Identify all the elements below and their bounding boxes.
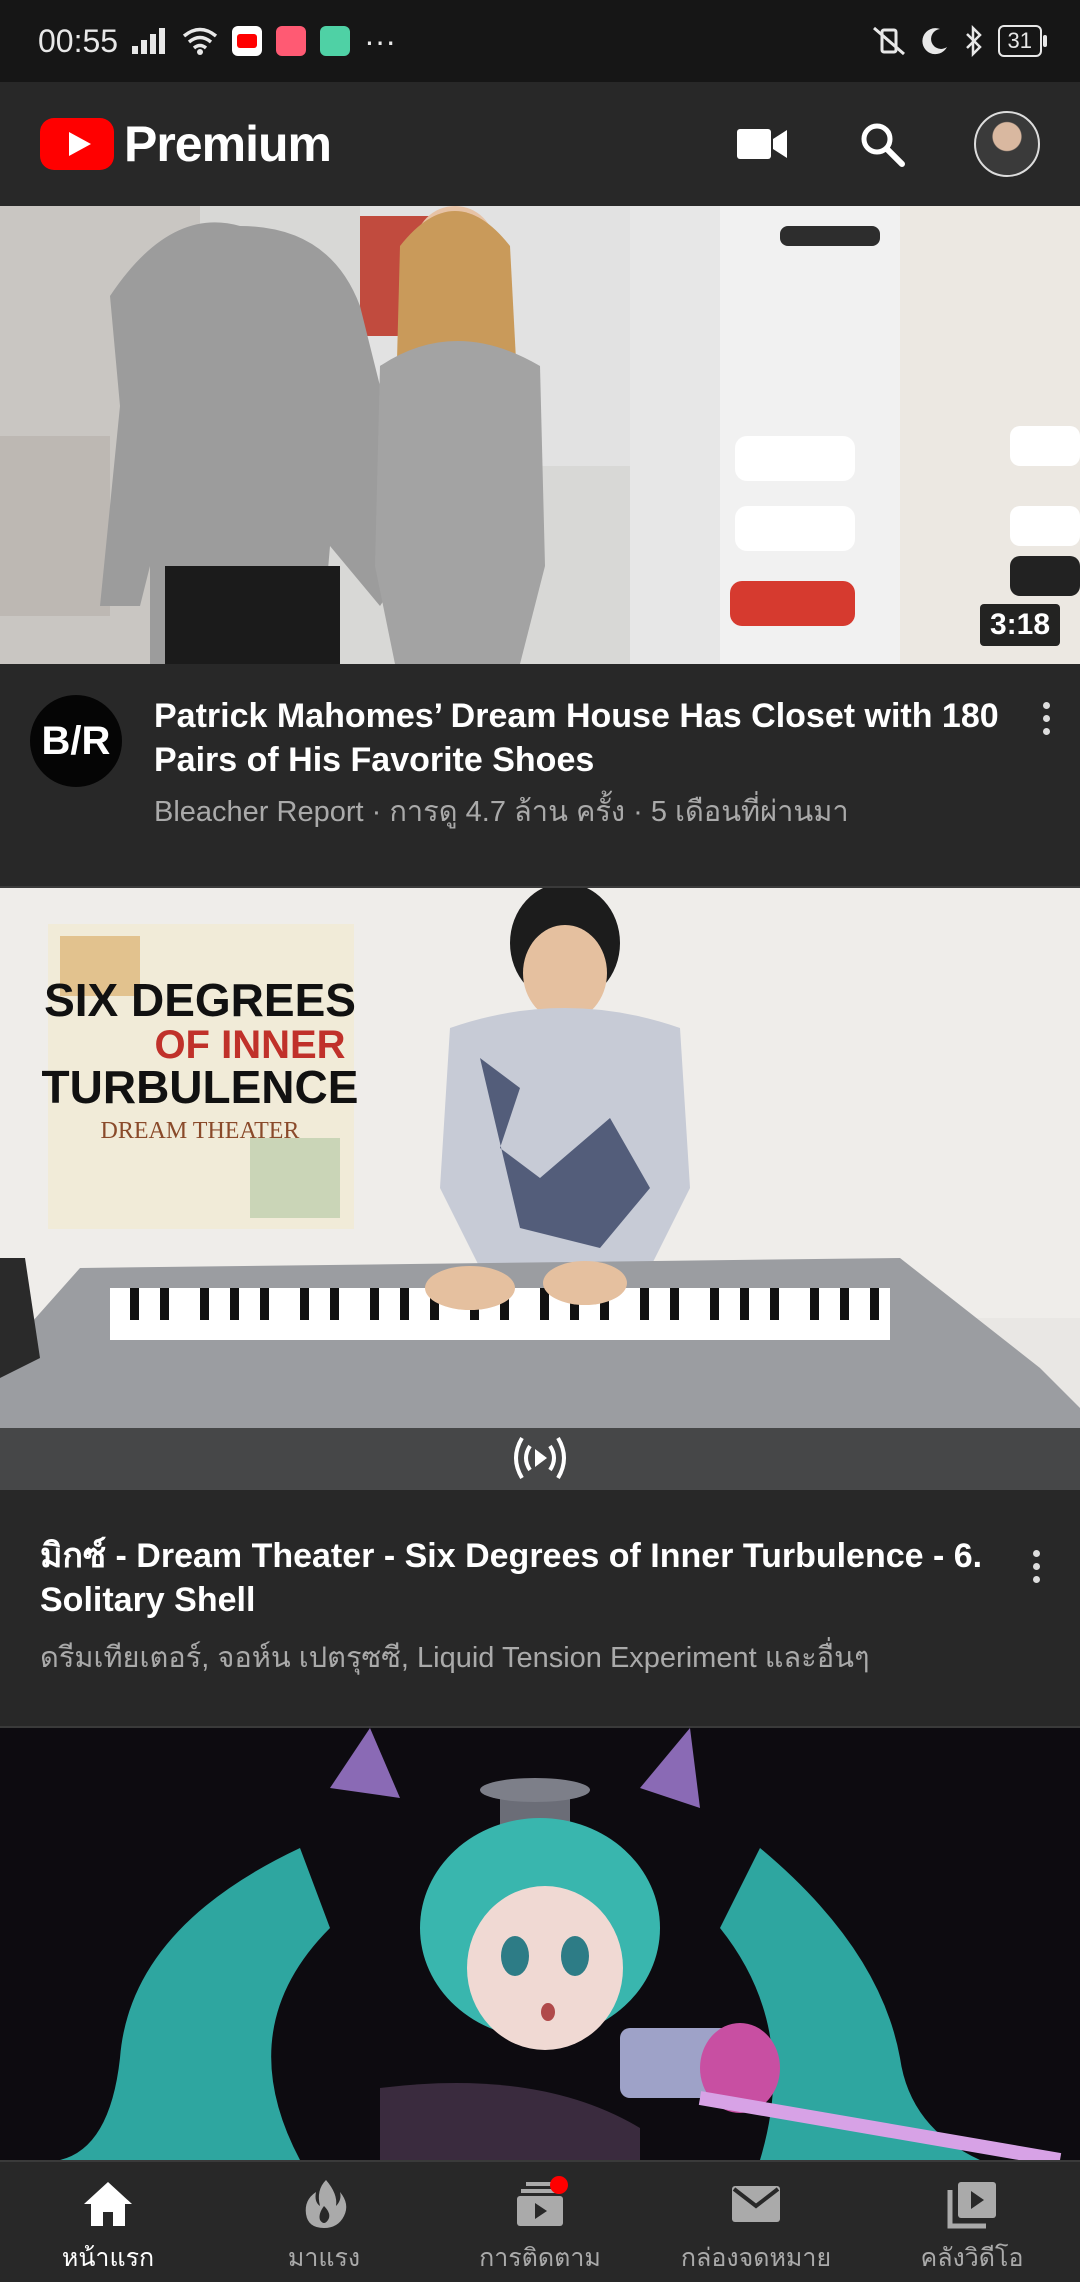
video-thumbnail-2[interactable]: SIX DEGREES OF INNER TURBULENCE DREAM TH… [0,888,1080,1490]
youtube-premium-logo[interactable]: Premium [40,115,332,173]
video-thumbnail-3[interactable] [0,1728,1080,2160]
video-meta-1: Bleacher Report · การดู 4.7 ล้าน ครั้ง ·… [154,796,849,828]
video-meta-2: ดรีมเทียเตอร์, จอห์น เปตรุซซี, Liquid Te… [40,1642,870,1674]
nav-label-home: หน้าแรก [61,2244,155,2272]
status-bar: 00:55 ··· 31 [0,0,1080,82]
signal-icon [132,28,166,54]
fire-icon [305,2180,347,2228]
battery-indicator: 31 [997,25,1048,57]
library-icon [947,2182,996,2229]
camera-icon [737,129,787,159]
more-notifications-icon: ··· [364,22,397,59]
top-app-bar: Premium [0,82,1080,206]
search-button[interactable] [854,116,910,172]
live-broadcast-icon [514,1436,566,1480]
video-duration-badge: 3:18 [979,604,1060,646]
inbox-icon [732,2186,780,2222]
more-options-button-1[interactable] [1036,702,1056,735]
video-thumbnail-1[interactable]: 3:18 [0,206,1080,664]
do-not-disturb-moon-icon [921,28,947,55]
nav-item-library[interactable]: คลังวิดีโอ [864,2162,1080,2282]
nav-item-inbox[interactable]: กล่องจดหมาย [648,2162,864,2282]
nav-item-trending[interactable]: มาแรง [216,2162,432,2282]
account-avatar[interactable] [974,111,1040,177]
clock: 00:55 [38,22,119,59]
bluetooth-icon [965,25,982,57]
nav-label-trending: มาแรง [287,2244,361,2272]
youtube-app-icon [232,26,263,56]
calendar-app-icon [320,26,351,56]
closet-thumbnail-image [0,206,1080,664]
video-title-2[interactable]: มิกซ์ - Dream Theater - Six Degrees of I… [40,1534,1010,1622]
anime-thumbnail-image [0,1728,1080,2160]
vibrate-off-icon [872,26,905,56]
wifi-icon [182,27,218,55]
nav-item-subscriptions[interactable]: การติดตาม [432,2162,648,2282]
album-text-3: TURBULENCE [42,1061,359,1113]
piano-thumbnail-image: SIX DEGREES OF INNER TURBULENCE DREAM TH… [0,888,1080,1490]
home-icon [84,2182,132,2226]
more-options-button-2[interactable] [1026,1550,1046,1583]
channel-avatar-bleacher-report[interactable]: B/R [30,695,122,787]
video-title-1[interactable]: Patrick Mahomes’ Dream House Has Closet … [154,694,1024,782]
nav-label-library: คลังวิดีโอ [920,2244,1024,2272]
brand-label: Premium [124,116,332,172]
nav-label-inbox: กล่องจดหมาย [680,2244,832,2272]
album-text-4: DREAM THEATER [101,1118,300,1144]
bottom-navigation: หน้าแรก มาแรง การติดตาม กล่องจดหมาย คลัง… [0,2160,1080,2282]
camera-button[interactable] [734,116,790,172]
notification-app-icon [276,26,307,56]
subscriptions-notification-dot [550,2176,568,2194]
nav-item-home[interactable]: หน้าแรก [0,2162,216,2282]
search-icon [861,123,905,167]
album-text-1: SIX DEGREES [44,974,356,1026]
youtube-play-logo-icon [40,118,114,170]
nav-label-subscriptions: การติดตาม [479,2244,601,2272]
